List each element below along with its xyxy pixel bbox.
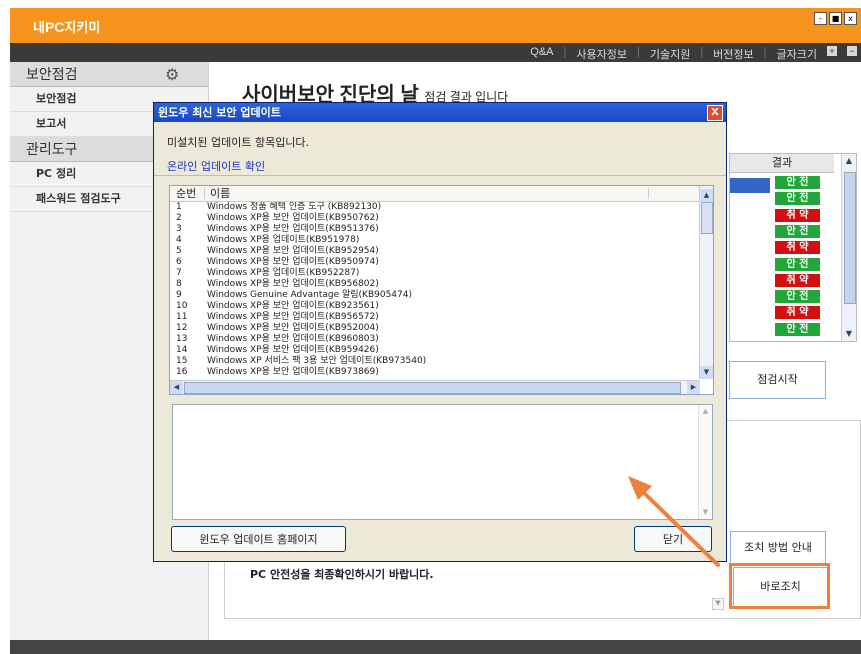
annotation-arrow-icon [628, 476, 720, 567]
